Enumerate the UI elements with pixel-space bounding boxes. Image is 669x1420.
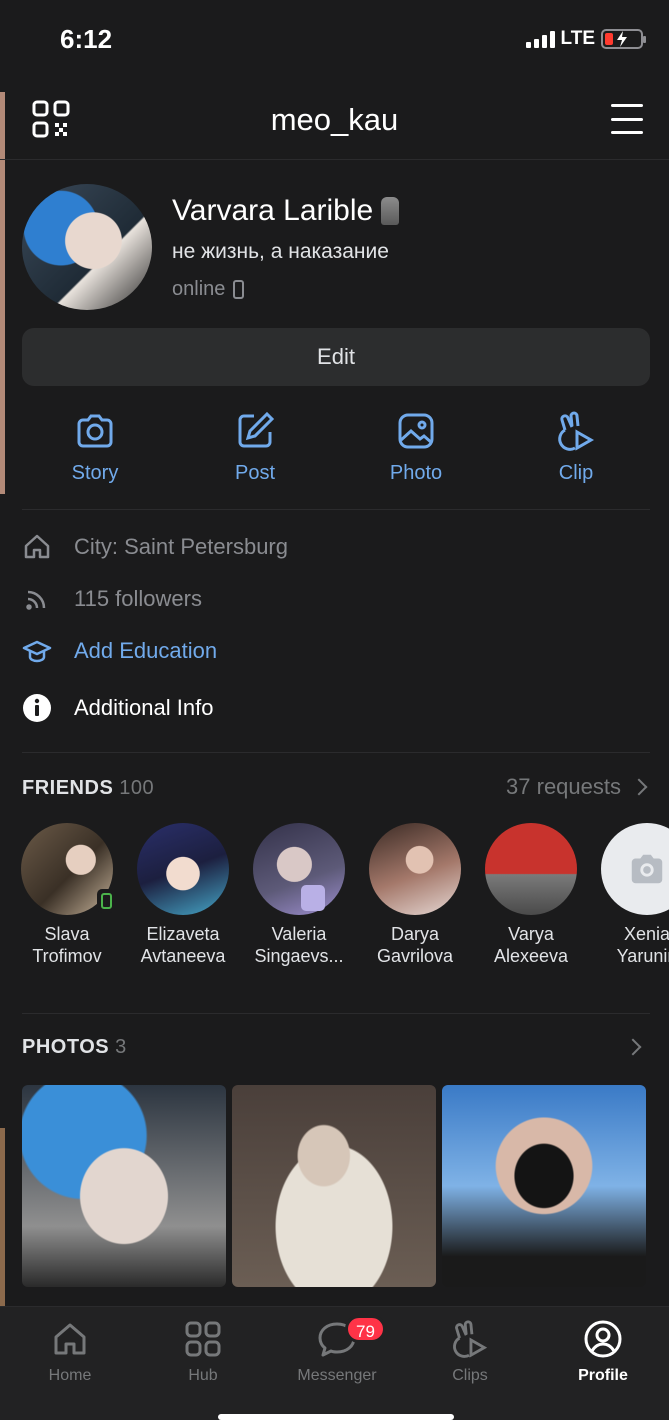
friend-avatar: [601, 823, 669, 915]
followers-row[interactable]: 115 followers: [22, 584, 202, 614]
clip-icon: [558, 411, 595, 451]
friend-avatar: [253, 823, 345, 915]
friend-name: Elizaveta Avtaneeva: [140, 924, 226, 966]
friends-title: FRIENDS: [22, 777, 114, 799]
friend-avatar: [137, 823, 229, 915]
profile-status[interactable]: не жизнь, а наказание: [172, 240, 389, 264]
friend-item[interactable]: Elizaveta Avtaneeva: [124, 823, 242, 967]
quick-actions: Story Post Photo Clip: [0, 410, 669, 490]
friend-item[interactable]: Xenia Yarunin: [588, 823, 669, 967]
info-icon: [23, 694, 51, 722]
status-bar: 6:12 LTE: [0, 0, 669, 80]
requests-text: 37 requests: [506, 774, 621, 799]
post-label: Post: [234, 462, 276, 484]
city-row: City: Saint Petersburg: [22, 532, 288, 562]
friend-item[interactable]: Varya Alexeeva: [472, 823, 590, 967]
followers-text: 115 followers: [74, 586, 202, 611]
bottom-tab-bar: Home Hub 79 Messenger Clips Profile: [0, 1306, 669, 1420]
friend-item[interactable]: Slava Trofimov: [8, 823, 126, 967]
tab-profile[interactable]: Profile: [543, 1319, 663, 1385]
status-time: 6:12: [60, 24, 113, 54]
friend-name: Darya Gavrilova: [376, 924, 454, 966]
photo-thumbnail[interactable]: [232, 1085, 436, 1287]
city-text: City: Saint Petersburg: [74, 534, 288, 559]
edit-square-icon: [238, 411, 275, 448]
network-type: LTE: [560, 28, 595, 49]
additional-info-text: Additional Info: [74, 695, 214, 720]
profile-name-text: Varvara Larible: [172, 194, 374, 227]
home-icon: [54, 1323, 86, 1355]
image-icon: [398, 413, 434, 449]
friend-avatar: [369, 823, 461, 915]
clip-label: Clip: [558, 462, 594, 484]
chevron-right-icon[interactable]: [624, 1038, 642, 1056]
online-mobile-icon: [97, 889, 115, 913]
online-status: online: [172, 278, 245, 301]
photo-label: Photo: [389, 462, 443, 484]
tab-label: Hub: [188, 1367, 218, 1384]
tab-clips[interactable]: Clips: [410, 1319, 530, 1385]
camera-icon: [77, 414, 113, 448]
tab-label: Clips: [452, 1367, 488, 1384]
battery-icon: [601, 29, 646, 49]
friend-name: Xenia Yarunin: [616, 924, 669, 966]
photos-title: PHOTOS: [22, 1036, 110, 1058]
photos-header[interactable]: PHOTOS 3: [22, 1036, 127, 1059]
avatar[interactable]: [22, 184, 152, 310]
friends-list: Slava Trofimov Elizaveta Avtaneeva Valer…: [8, 823, 669, 973]
story-label: Story: [71, 462, 119, 484]
friends-count: 100: [119, 777, 155, 799]
tab-home[interactable]: Home: [10, 1319, 130, 1385]
friend-name: Slava Trofimov: [32, 924, 102, 966]
menu-icon[interactable]: [611, 104, 643, 134]
clip-icon: [453, 1320, 488, 1358]
clip-button[interactable]: Clip: [511, 410, 641, 485]
friend-requests-link[interactable]: 37 requests: [506, 774, 648, 800]
page-title: meo_kau: [270, 102, 399, 137]
photo-thumbnail[interactable]: [22, 1085, 226, 1287]
home-icon: [24, 534, 50, 559]
friend-avatar: [21, 823, 115, 915]
divider: [22, 509, 650, 510]
home-indicator: [218, 1414, 454, 1420]
tab-label: Home: [48, 1367, 92, 1384]
divider: [22, 752, 650, 753]
education-icon: [22, 640, 52, 663]
tab-messenger[interactable]: 79 Messenger: [277, 1315, 397, 1385]
edit-button[interactable]: Edit: [22, 328, 650, 386]
divider: [22, 1013, 650, 1014]
profile-icon: [584, 1320, 622, 1358]
chevron-right-icon: [630, 778, 648, 796]
additional-info-row[interactable]: Additional Info: [22, 693, 213, 723]
rss-icon: [26, 590, 46, 610]
photos-grid: [22, 1085, 669, 1287]
tab-label: Profile: [578, 1367, 628, 1384]
profile-header: meo_kau: [0, 80, 669, 160]
photo-thumbnail[interactable]: [442, 1085, 646, 1287]
photo-button[interactable]: Photo: [351, 410, 481, 485]
post-button[interactable]: Post: [190, 410, 320, 485]
signal-icon: [525, 30, 555, 48]
unread-badge: 79: [345, 1315, 386, 1343]
online-label: online: [172, 278, 226, 300]
tab-label: Messenger: [297, 1367, 377, 1384]
friend-name: Varya Alexeeva: [493, 924, 569, 966]
moai-emoji-icon: [381, 197, 400, 225]
profile-name: Varvara Larible: [172, 194, 400, 228]
friend-item[interactable]: Valeria Singaevs...: [240, 823, 358, 967]
friend-name: Valeria Singaevs...: [254, 924, 344, 966]
grid-icon: [185, 1321, 221, 1357]
camera-placeholder-icon: [631, 854, 663, 884]
photos-count: 3: [115, 1036, 127, 1058]
friend-avatar: [485, 823, 577, 915]
tab-hub[interactable]: Hub: [143, 1319, 263, 1385]
mobile-icon: [233, 280, 245, 299]
add-education-link: Add Education: [74, 638, 218, 663]
friend-item[interactable]: Darya Gavrilova: [356, 823, 474, 967]
status-indicators: LTE: [525, 28, 646, 50]
add-education-row[interactable]: Add Education: [22, 636, 217, 666]
story-button[interactable]: Story: [30, 410, 160, 485]
friends-header[interactable]: FRIENDS 100: [22, 777, 154, 800]
